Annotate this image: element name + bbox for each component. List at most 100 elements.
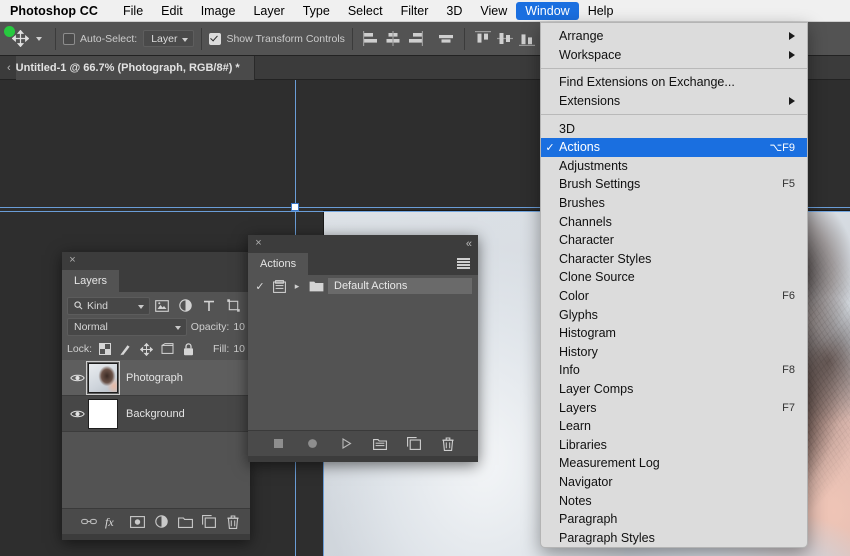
window-menu-item-layers[interactable]: LayersF7 <box>541 398 807 417</box>
window-menu-item-libraries[interactable]: Libraries <box>541 435 807 454</box>
actions-panel[interactable]: × « Actions ✓ ▸ Default Actions <box>248 235 478 462</box>
lock-artboard-icon[interactable] <box>159 341 176 358</box>
list-item[interactable]: ✓ ▸ Default Actions <box>248 275 478 297</box>
new-adjustment-layer-icon[interactable] <box>150 511 172 533</box>
align-vertical-centers-icon[interactable] <box>435 29 457 49</box>
align-right-edges-icon[interactable] <box>404 29 426 49</box>
begin-recording-icon[interactable] <box>301 433 323 455</box>
collapse-panel-icon[interactable]: « <box>466 238 470 250</box>
layer-styles-fx-icon[interactable]: fx <box>102 511 124 533</box>
auto-select-scope-select[interactable]: Layer <box>143 30 194 47</box>
menu-help[interactable]: Help <box>579 2 623 20</box>
action-set-toggle-checkmark-icon[interactable]: ✓ <box>252 280 268 293</box>
window-menu-item-paragraph-styles[interactable]: Paragraph Styles <box>541 528 807 547</box>
window-menu-item-extensions[interactable]: Extensions <box>541 92 807 111</box>
layer-visibility-toggle-icon[interactable] <box>66 409 88 419</box>
window-menu-item-find-extensions-on-exchange[interactable]: Find Extensions on Exchange... <box>541 73 807 92</box>
layers-panel[interactable]: × Layers Kind <box>62 252 250 540</box>
stop-recording-icon[interactable] <box>267 433 289 455</box>
window-menu-item-paragraph[interactable]: Paragraph <box>541 510 807 529</box>
layer-name-background[interactable]: Background <box>126 408 185 420</box>
menu-image[interactable]: Image <box>192 2 245 20</box>
document-tab[interactable]: Untitled-1 @ 66.7% (Photograph, RGB/8#) … <box>16 56 255 80</box>
window-menu-item-brush-settings[interactable]: Brush SettingsF5 <box>541 175 807 194</box>
window-menu-item-brushes[interactable]: Brushes <box>541 194 807 213</box>
opacity-value[interactable]: 10 <box>233 321 245 333</box>
filter-adjustment-icon[interactable] <box>174 296 198 316</box>
window-menu-item-info[interactable]: InfoF8 <box>541 361 807 380</box>
layer-thumbnail-photograph[interactable] <box>88 363 118 393</box>
distribute-bottom-edges-icon[interactable] <box>516 29 538 49</box>
distribute-vertical-centers-icon[interactable] <box>494 29 516 49</box>
lock-all-icon[interactable] <box>180 341 197 358</box>
menu-window[interactable]: Window <box>516 2 578 20</box>
window-menu-item-glyphs[interactable]: Glyphs <box>541 305 807 324</box>
window-menu-item-actions[interactable]: ✓Actions⌥F9 <box>541 138 807 157</box>
link-layers-icon[interactable] <box>78 511 100 533</box>
window-menu-item-layer-comps[interactable]: Layer Comps <box>541 380 807 399</box>
menu-view[interactable]: View <box>471 2 516 20</box>
new-layer-icon[interactable] <box>198 511 220 533</box>
play-selection-icon[interactable] <box>335 433 357 455</box>
window-menu-dropdown[interactable]: ArrangeWorkspace Find Extensions on Excha… <box>540 22 808 548</box>
window-menu-item-navigator[interactable]: Navigator <box>541 473 807 492</box>
tab-layers[interactable]: Layers <box>62 270 119 292</box>
window-menu-item-histogram[interactable]: Histogram <box>541 324 807 343</box>
panel-menu-icon[interactable] <box>457 258 470 269</box>
new-action-set-icon[interactable] <box>369 433 391 455</box>
layers-close-icon[interactable]: × <box>67 255 78 266</box>
align-left-edges-icon[interactable] <box>360 29 382 49</box>
filter-type-icon[interactable] <box>198 296 222 316</box>
filter-shape-icon[interactable] <box>221 296 245 316</box>
window-menu-item-measurement-log[interactable]: Measurement Log <box>541 454 807 473</box>
window-zoom-button[interactable] <box>4 26 15 37</box>
window-menu-item-character-styles[interactable]: Character Styles <box>541 250 807 269</box>
window-menu-item-clone-source[interactable]: Clone Source <box>541 268 807 287</box>
layer-kind-filter-select[interactable]: Kind <box>67 297 150 315</box>
filter-pixel-icon[interactable] <box>150 296 174 316</box>
menu-file[interactable]: File <box>114 2 152 20</box>
window-menu-item-learn[interactable]: Learn <box>541 417 807 436</box>
menu-filter[interactable]: Filter <box>392 2 438 20</box>
expand-action-set-icon[interactable]: ▸ <box>290 281 304 292</box>
layer-visibility-toggle-icon[interactable] <box>66 373 88 383</box>
actions-close-icon[interactable]: × <box>253 238 264 249</box>
menu-3d[interactable]: 3D <box>437 2 471 20</box>
show-transform-controls-checkbox[interactable] <box>209 33 221 45</box>
layer-thumbnail-background[interactable] <box>88 399 118 429</box>
window-menu-item-adjustments[interactable]: Adjustments <box>541 157 807 176</box>
menu-layer[interactable]: Layer <box>244 2 293 20</box>
action-dialog-toggle-icon[interactable] <box>270 280 288 293</box>
lock-transparent-pixels-icon[interactable] <box>96 341 113 358</box>
menu-edit[interactable]: Edit <box>152 2 192 20</box>
fill-value[interactable]: 10 <box>233 343 245 355</box>
add-layer-mask-icon[interactable] <box>126 511 148 533</box>
new-action-icon[interactable] <box>403 433 425 455</box>
window-menu-item-workspace[interactable]: Workspace <box>541 46 807 65</box>
layer-name-photograph[interactable]: Photograph <box>126 372 183 384</box>
delete-action-icon[interactable] <box>437 433 459 455</box>
delete-layer-icon[interactable] <box>222 511 244 533</box>
blend-mode-select[interactable]: Normal <box>67 318 187 336</box>
tool-preset-chevron-icon[interactable] <box>36 37 42 41</box>
tab-actions[interactable]: Actions <box>248 253 308 275</box>
table-row[interactable]: Background <box>62 396 250 432</box>
action-set-name[interactable]: Default Actions <box>328 278 472 294</box>
auto-select-checkbox[interactable] <box>63 33 75 45</box>
scroll-tabs-left-icon[interactable]: ‹ <box>0 62 16 74</box>
window-menu-item-channels[interactable]: Channels <box>541 212 807 231</box>
window-menu-item-history[interactable]: History <box>541 343 807 362</box>
menu-type[interactable]: Type <box>294 2 339 20</box>
table-row[interactable]: Photograph <box>62 360 250 396</box>
menu-select[interactable]: Select <box>339 2 392 20</box>
window-menu-item-character[interactable]: Character <box>541 231 807 250</box>
transform-handle-top-left[interactable] <box>291 203 299 211</box>
distribute-top-edges-icon[interactable] <box>472 29 494 49</box>
align-horizontal-centers-icon[interactable] <box>382 29 404 49</box>
window-menu-item-3d[interactable]: 3D <box>541 119 807 138</box>
lock-image-pixels-icon[interactable] <box>117 341 134 358</box>
window-menu-item-notes[interactable]: Notes <box>541 491 807 510</box>
window-menu-item-arrange[interactable]: Arrange <box>541 27 807 46</box>
window-menu-item-color[interactable]: ColorF6 <box>541 287 807 306</box>
new-group-icon[interactable] <box>174 511 196 533</box>
